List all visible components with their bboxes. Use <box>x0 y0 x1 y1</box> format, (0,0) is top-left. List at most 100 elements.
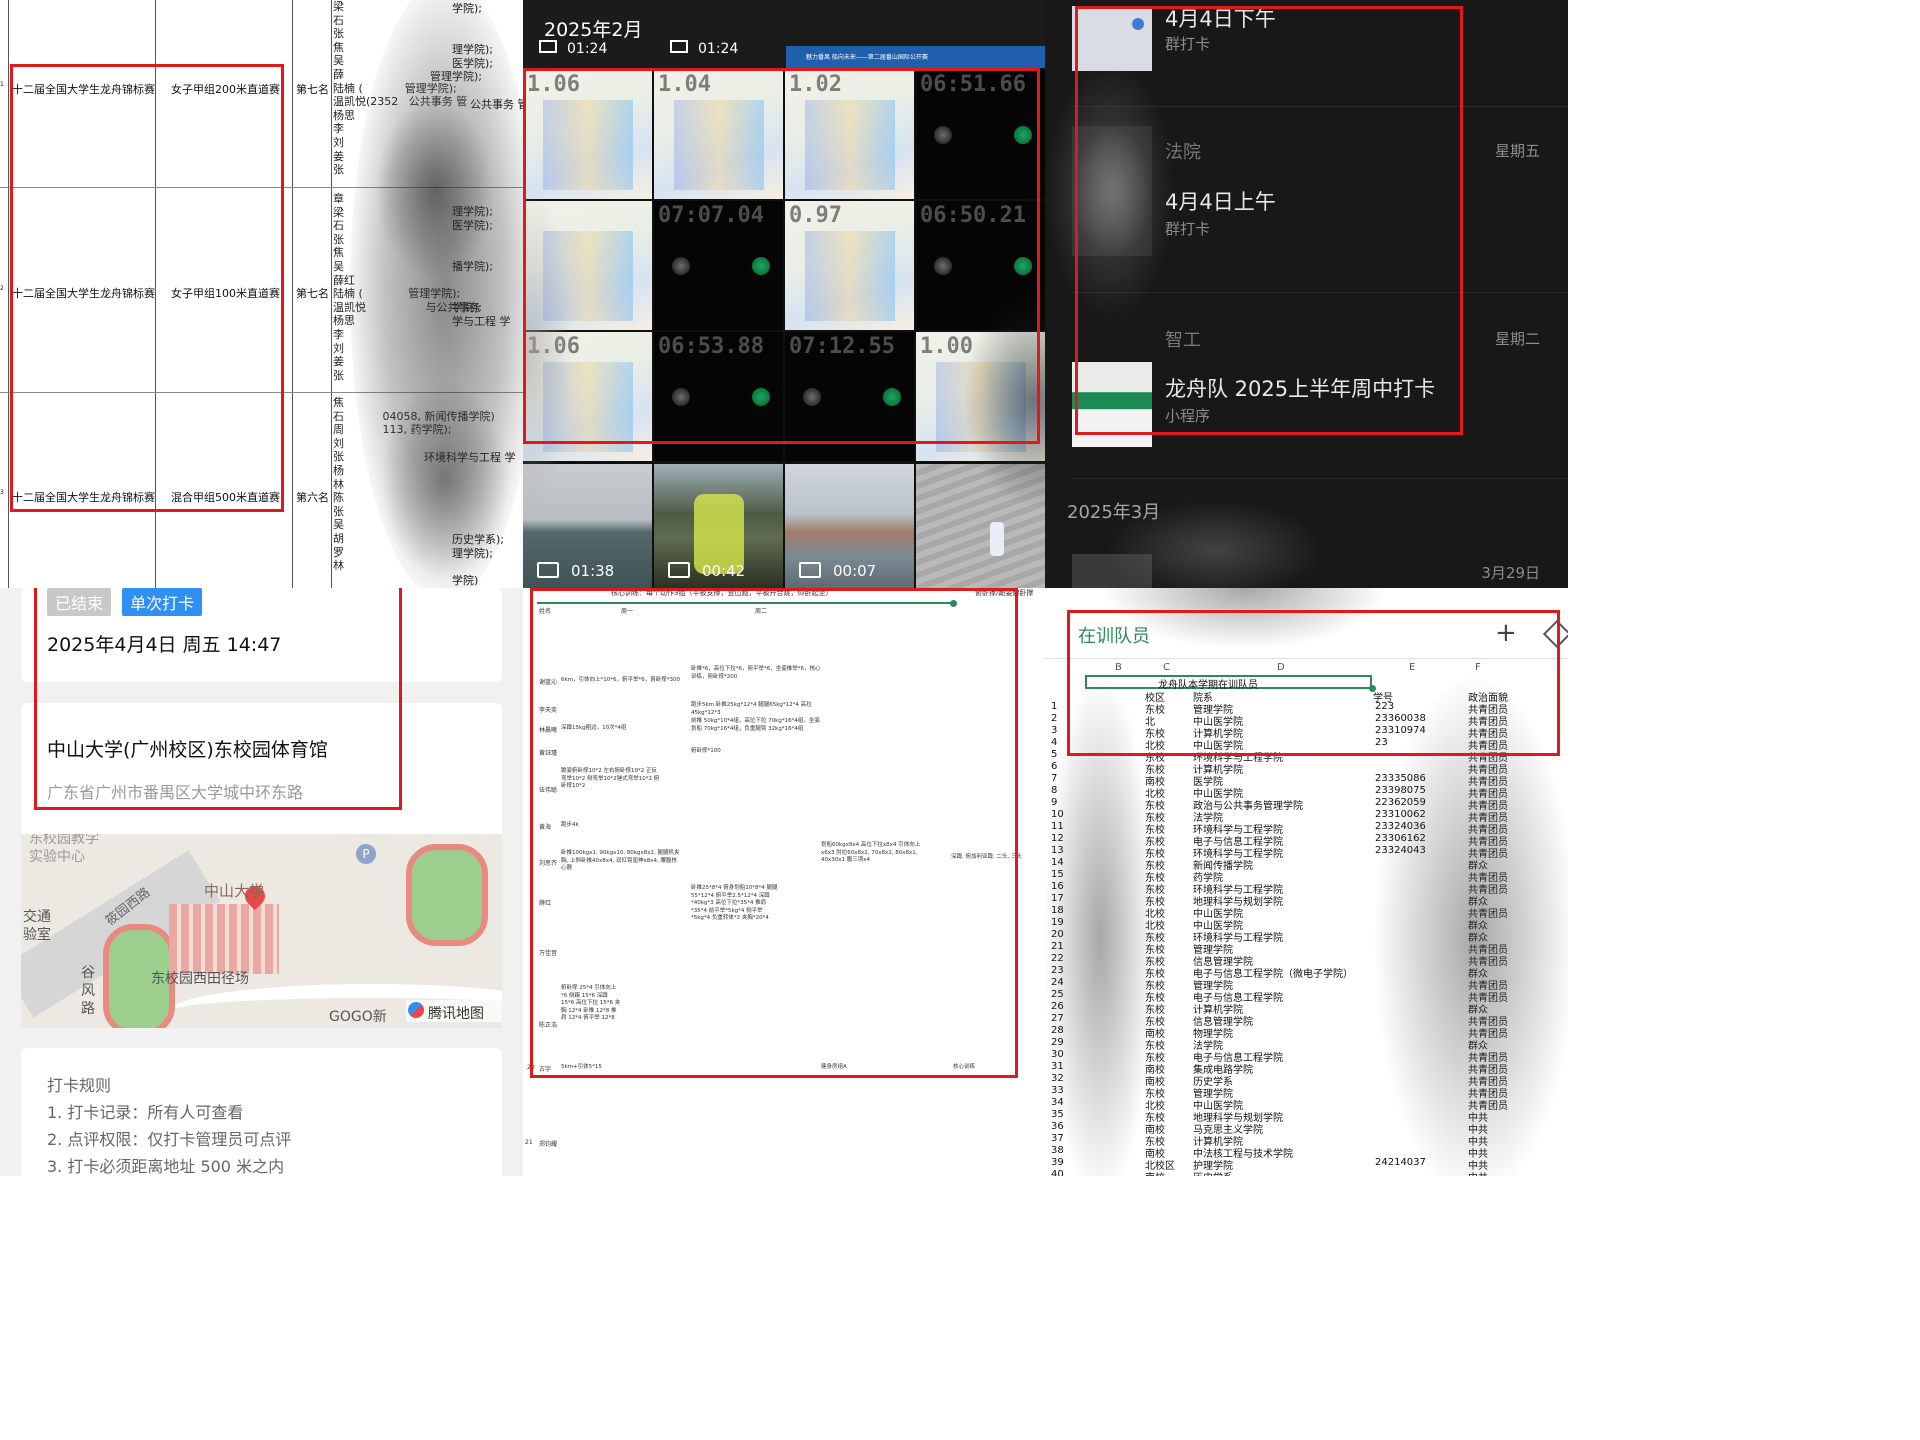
watch-icon <box>934 126 952 144</box>
table-row[interactable]: 23 东校 电子与信息工程学院（微电子学院） 群众 <box>1045 965 1568 980</box>
row-number: 40 <box>1051 1169 1064 1176</box>
checkin-time-card: 已结束 单次打卡 2025年4月4日 周五 14:47 <box>21 588 502 682</box>
rule-item: 1. 打卡记录：所有人可查看 <box>47 1103 244 1122</box>
member-fragment: 管理学院); <box>430 70 482 83</box>
row-number: 27 <box>1051 1013 1064 1024</box>
table-cell: 23306162 <box>1375 833 1426 844</box>
table-row[interactable]: 20 东校 环境科学与工程学院 群众 <box>1045 929 1568 944</box>
photo-thumbnail[interactable]: 07:07.04 <box>654 201 783 330</box>
chat-subtitle: 群打卡 <box>1165 35 1211 53</box>
metric-value: 0.97 <box>789 203 842 228</box>
plan-header-right: 俯卧撑/跪姿俯卧撑 <box>975 589 1034 597</box>
row-number: 37 <box>1051 1133 1064 1144</box>
chat-item[interactable]: 法院 星期五 4月4日上午 群打卡 <box>1045 106 1568 292</box>
table-row[interactable]: 37 东校 计算机学院 中共 <box>1045 1133 1568 1148</box>
chart-preview <box>936 362 1026 452</box>
table-row[interactable]: 32 南校 历史学系 共青团员 <box>1045 1073 1568 1088</box>
table-row[interactable]: 25 东校 电子与信息工程学院 共青团员 <box>1045 989 1568 1004</box>
table-border <box>292 0 293 588</box>
chat-thumbnail <box>1072 126 1152 256</box>
table-row[interactable]: 17 东校 地理科学与规划学院 群众 <box>1045 893 1568 908</box>
photo-thumbnail[interactable] <box>916 464 1045 588</box>
table-row[interactable]: 14 东校 新闻传播学院 群众 <box>1045 857 1568 872</box>
table-row[interactable]: 19 北校 中山医学院 群众 <box>1045 917 1568 932</box>
table-row[interactable]: 12 东校 电子与信息工程学院 23306162 共青团员 <box>1045 833 1568 848</box>
table-row[interactable]: 7 南校 医学院 23335086 共青团员 <box>1045 773 1568 788</box>
map-building <box>169 904 279 974</box>
table-row[interactable]: 8 北校 中山医学院 23398075 共青团员 <box>1045 785 1568 800</box>
table-row[interactable]: 27 东校 信息管理学院 共青团员 <box>1045 1013 1568 1028</box>
table-row[interactable]: 40 南校 历史学系 中共 <box>1045 1169 1568 1176</box>
photo-thumbnail[interactable]: 1.04 <box>654 70 783 199</box>
photo-thumbnail[interactable]: 07:12.55 <box>785 332 914 461</box>
photo-thumbnail[interactable]: 1.06 <box>523 70 652 199</box>
video-thumbnail[interactable]: 00:07 <box>785 464 914 588</box>
location-card[interactable]: 中山大学(广州校区)东校园体育馆 广东省广州市番禺区大学城中环东路 <box>21 703 502 836</box>
photo-thumbnail[interactable]: 1.00 <box>916 332 1045 461</box>
add-icon[interactable]: + <box>1495 618 1517 648</box>
table-row[interactable]: 5 东校 环境科学与工程学院 共青团员 <box>1045 749 1568 764</box>
table-row[interactable]: 38 南校 中法核工程与技术学院 中共 <box>1045 1145 1568 1160</box>
table-row[interactable]: 4 北校 中山医学院 23 共青团员 <box>1045 737 1568 752</box>
banner-thumb[interactable]: 魅力番禺 船向未来——第二届番山国际公开赛 <box>786 46 1045 68</box>
table-row[interactable]: 29 东校 法学院 群众 <box>1045 1037 1568 1052</box>
location-map[interactable]: P 东校园教学 实验中心 中山大学 筱园西路 交通 验室 谷 风 路 东校园西田… <box>21 834 502 1028</box>
photo-thumbnail[interactable]: 1.02 <box>785 70 914 199</box>
selection-handle[interactable] <box>950 600 957 607</box>
row-number: 10 <box>1051 809 1064 820</box>
chart-preview <box>805 100 895 190</box>
plan-cell: 跑步5km 卧推25kg*12*4 腿腿65kg*12*4 高拉45kg*12*… <box>691 702 812 716</box>
table-row[interactable]: 35 东校 地理科学与规划学院 中共 <box>1045 1109 1568 1124</box>
table-row[interactable]: 1 东校 管理学院 223 共青团员 <box>1045 701 1568 716</box>
table-row[interactable]: 9 东校 政治与公共事务管理学院 22362059 共青团员 <box>1045 797 1568 812</box>
row-number: 22 <box>1051 953 1064 964</box>
table-row[interactable]: 18 北校 中山医学院 共青团员 <box>1045 905 1568 920</box>
table-row[interactable]: 10 东校 法学院 23310062 共青团员 <box>1045 809 1568 824</box>
member-fragment: 环境科学与工程 学 <box>424 451 516 464</box>
table-row[interactable]: 11 东校 环境科学与工程学院 23324036 共青团员 <box>1045 821 1568 836</box>
photo-thumbnail[interactable]: 0.97 <box>785 201 914 330</box>
layers-icon[interactable] <box>1542 619 1568 649</box>
table-row[interactable]: 15 东校 药学院 共青团员 <box>1045 869 1568 884</box>
spreadsheet-panel: 在训队员 + B C D E F 龙舟队本学期在训队员 校区 院系 学号 政治面… <box>1045 588 1568 1176</box>
video-thumbnail[interactable]: 01:38 <box>523 464 652 588</box>
chat-item[interactable]: 3月29日 <box>1045 540 1568 588</box>
table-row[interactable]: 34 北校 中山医学院 共青团员 <box>1045 1097 1568 1112</box>
table-row[interactable]: 24 东校 管理学院 共青团员 <box>1045 977 1568 992</box>
type-badge: 单次打卡 <box>122 588 203 616</box>
table-row[interactable]: 26 东校 计算机学院 群众 <box>1045 1001 1568 1016</box>
photo-thumbnail[interactable]: 1.06 <box>523 332 652 461</box>
table-row[interactable]: 2 北中山医学院 23360038 共青团员 <box>1045 713 1568 728</box>
table-row[interactable]: 13 东校 环境科学与工程学院 23324043 共青团员 <box>1045 845 1568 860</box>
table-row[interactable]: 28 南校 物理学院 共青团员 <box>1045 1025 1568 1040</box>
member-fragment: 学院) <box>452 574 479 587</box>
table-row[interactable]: 33 东校 管理学院 共青团员 <box>1045 1085 1568 1100</box>
competition-cell: 十二届全国大学生龙舟锦标赛 <box>12 491 155 504</box>
plan-cell: 跪姿俯卧撑10*2 左右俯卧撑10*2 正反弯举10*2 侧弯举10*2锤式弯举… <box>561 768 660 789</box>
table-row[interactable]: 30 东校 电子与信息工程学院 共青团员 <box>1045 1049 1568 1064</box>
photo-thumbnail[interactable] <box>523 201 652 330</box>
table-border <box>0 392 523 393</box>
watch-icon <box>934 257 952 275</box>
photo-thumbnail[interactable]: 06:53.88 <box>654 332 783 461</box>
row-number: 24 <box>1051 977 1064 988</box>
plan-cell: 俯卧撑*100 <box>691 748 721 754</box>
chat-item[interactable]: 4月4日下午 群打卡 <box>1045 0 1568 105</box>
table-row[interactable]: 22 东校 信息管理学院 共青团员 <box>1045 953 1568 968</box>
table-row[interactable]: 36 南校 马克思主义学院 中共 <box>1045 1121 1568 1136</box>
metric-value: 07:07.04 <box>658 203 764 228</box>
photo-thumbnail[interactable]: 06:50.21 <box>916 201 1045 330</box>
chart-preview <box>543 362 633 452</box>
video-duration: 01:38 <box>537 562 614 580</box>
table-row[interactable]: 31 南校 集成电路学院 共青团员 <box>1045 1061 1568 1076</box>
table-row[interactable]: 6 东校 计算机学院 共青团员 <box>1045 761 1568 776</box>
table-row[interactable]: 3 东校 计算机学院 23310974 共青团员 <box>1045 725 1568 740</box>
table-row[interactable]: 16 东校 环境科学与工程学院 共青团员 <box>1045 881 1568 896</box>
chat-item[interactable]: 智工 星期二 龙舟队 2025上半年周中打卡 小程序 <box>1045 292 1568 478</box>
video-thumbnail[interactable]: 00:42 <box>654 464 783 588</box>
photo-thumbnail[interactable]: 06:51.66 <box>916 70 1045 199</box>
sheet-tab[interactable]: 在训队员 <box>1078 622 1150 648</box>
plan-cell: 5km+引体5*15 <box>561 1064 602 1070</box>
table-row[interactable]: 21 东校 管理学院 共青团员 <box>1045 941 1568 956</box>
table-row[interactable]: 39 北校区 护理学院 24214037 中共 <box>1045 1157 1568 1172</box>
